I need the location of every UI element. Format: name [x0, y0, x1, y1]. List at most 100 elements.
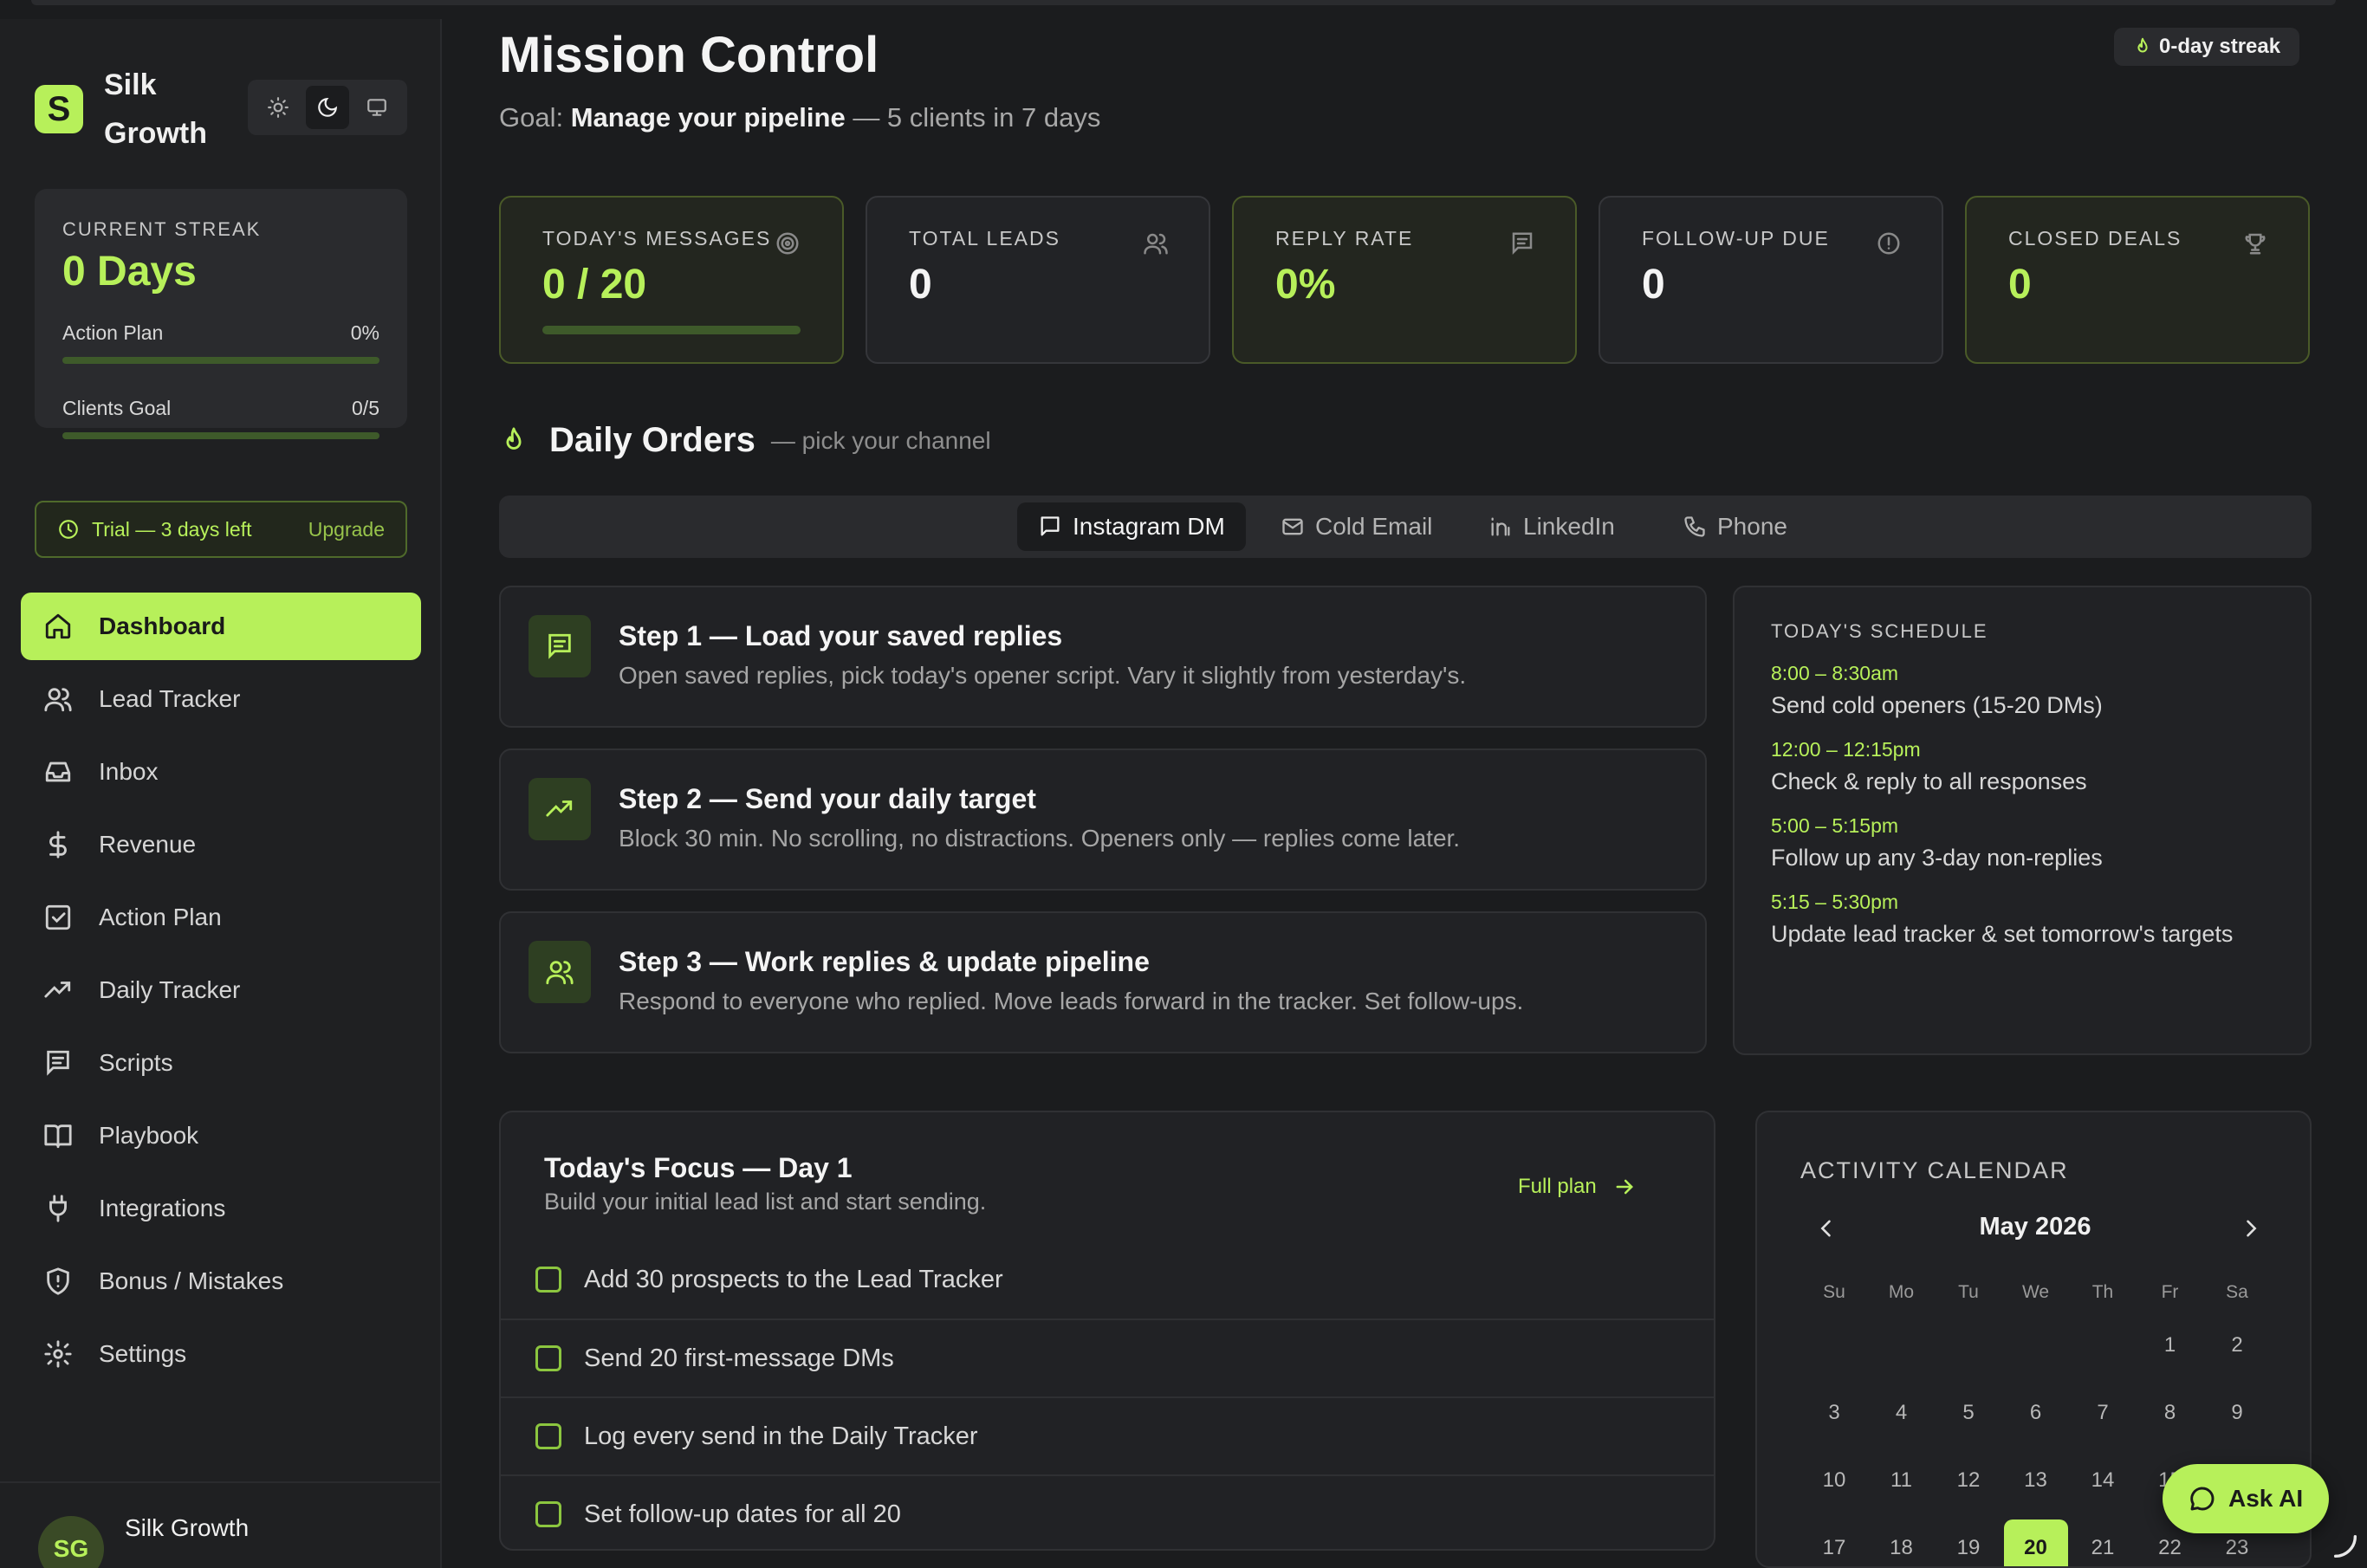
step-card-1: Step 1 — Load your saved replies Open sa…: [499, 586, 1707, 728]
book-icon: [42, 1119, 75, 1152]
tab-instagram-dm[interactable]: Instagram DM: [1017, 502, 1246, 551]
task-row[interactable]: Set follow-up dates for all 20: [501, 1474, 1714, 1549]
chevron-right-icon[interactable]: [2239, 1216, 2263, 1241]
brand-logo: S: [35, 85, 83, 133]
stat-label: REPLY RATE: [1275, 227, 1414, 249]
sidebar-item-daily-tracker[interactable]: Daily Tracker: [21, 956, 421, 1024]
mail-icon: [1281, 515, 1305, 539]
trend-icon: [42, 974, 75, 1007]
calendar-weekday: Sa: [2226, 1282, 2248, 1302]
streak-value: 0 Days: [62, 249, 197, 295]
calendar-weekday: Th: [2091, 1282, 2114, 1302]
arrow-right-icon: [1612, 1175, 1637, 1199]
upgrade-link[interactable]: Upgrade: [308, 518, 385, 541]
calendar-day[interactable]: 7: [2071, 1384, 2135, 1442]
user-profile[interactable]: SG Silk Growth: [0, 1481, 440, 1568]
task-checkbox[interactable]: [535, 1267, 561, 1293]
sidebar-item-integrations[interactable]: Integrations: [21, 1175, 421, 1242]
goal-suffix: — 5 clients in 7 days: [853, 102, 1101, 133]
monitor-icon: [366, 96, 388, 119]
task-row[interactable]: Send 20 first-message DMs: [501, 1319, 1714, 1396]
sidebar-item-revenue[interactable]: Revenue: [21, 811, 421, 878]
stat-label: FOLLOW-UP DUE: [1642, 227, 1830, 249]
stat-value: 0: [1642, 262, 1665, 308]
sidebar-item-lead-tracker[interactable]: Lead Tracker: [21, 665, 421, 733]
users-icon: [529, 941, 591, 1003]
sidebar-item-label: Playbook: [99, 1122, 199, 1149]
sidebar-item-action-plan[interactable]: Action Plan: [21, 884, 421, 951]
sidebar-item-bonus-mistakes[interactable]: Bonus / Mistakes: [21, 1247, 421, 1315]
calendar-day[interactable]: 9: [2205, 1384, 2269, 1442]
step-title: Step 3 — Work replies & update pipeline: [619, 946, 1150, 977]
sidebar-item-dashboard[interactable]: Dashboard: [21, 593, 421, 660]
stat-value: 0%: [1275, 262, 1336, 308]
action-plan-progress-bar: [62, 357, 379, 364]
calendar-day[interactable]: 5: [1936, 1384, 2001, 1442]
resize-handle-icon[interactable]: [2331, 1532, 2360, 1561]
task-label: Set follow-up dates for all 20: [584, 1500, 901, 1528]
calendar-day[interactable]: 2: [2205, 1317, 2269, 1374]
trend-icon: [529, 778, 591, 840]
tab-cold-email[interactable]: Cold Email: [1260, 502, 1453, 551]
task-checkbox[interactable]: [535, 1345, 561, 1371]
action-plan-value: 0%: [350, 321, 379, 344]
stat-card-todays-messages[interactable]: TODAY'S MESSAGES 0 / 20: [499, 196, 844, 364]
focus-title: Today's Focus — Day 1: [544, 1152, 853, 1183]
chat-bubble-icon: [1038, 515, 1062, 539]
sidebar-item-scripts[interactable]: Scripts: [21, 1029, 421, 1097]
tab-linkedin[interactable]: LinkedIn: [1468, 502, 1636, 551]
sidebar-item-playbook[interactable]: Playbook: [21, 1102, 421, 1170]
calendar-weekday: Su: [1823, 1282, 1845, 1302]
daily-orders-subtitle: — pick your channel: [770, 426, 991, 454]
task-checkbox[interactable]: [535, 1423, 561, 1449]
calendar-day[interactable]: 8: [2138, 1384, 2202, 1442]
phone-icon: [1683, 515, 1707, 539]
streak-pill: 0-day streak: [2114, 28, 2300, 66]
streak-card: CURRENT STREAK 0 Days Action Plan 0% Cli…: [35, 189, 407, 439]
stat-value: 0: [2008, 262, 2032, 308]
calendar-day[interactable]: 13: [2004, 1452, 2068, 1509]
sidebar-item-label: Dashboard: [99, 612, 226, 639]
sidebar-item-inbox[interactable]: Inbox: [21, 738, 421, 806]
tab-phone[interactable]: Phone: [1662, 502, 1808, 551]
clients-goal-progress-row: Clients Goal 0/5: [62, 397, 379, 420]
calendar-day[interactable]: 14: [2071, 1452, 2135, 1509]
step-card-2: Step 2 — Send your daily target Block 30…: [499, 748, 1707, 891]
calendar-weekday: Tu: [1958, 1282, 1979, 1302]
calendar-day[interactable]: 11: [1870, 1452, 1934, 1509]
calendar-day[interactable]: 3: [1802, 1384, 1866, 1442]
stat-card-total-leads[interactable]: TOTAL LEADS 0: [866, 196, 1210, 364]
task-row[interactable]: Log every send in the Daily Tracker: [501, 1396, 1714, 1474]
calendar-day[interactable]: 1: [2138, 1317, 2202, 1374]
theme-light-button[interactable]: [256, 86, 300, 129]
ask-ai-button[interactable]: Ask AI: [2163, 1464, 2330, 1533]
users-icon: [1143, 230, 1169, 256]
stat-card-closed-deals[interactable]: CLOSED DEALS 0: [1965, 196, 2310, 364]
sidebar-item-settings[interactable]: Settings: [21, 1320, 421, 1388]
calendar-day[interactable]: 10: [1802, 1452, 1866, 1509]
streak-pill-text: 0-day streak: [2159, 35, 2281, 58]
calendar-day[interactable]: 12: [1936, 1452, 2001, 1509]
calendar-day[interactable]: 18: [1870, 1519, 1934, 1566]
task-checkbox[interactable]: [535, 1501, 561, 1527]
trial-text: Trial — 3 days left: [92, 517, 252, 541]
calendar-day[interactable]: 21: [2071, 1519, 2135, 1566]
calendar-day[interactable]: 17: [1802, 1519, 1866, 1566]
stat-card-reply-rate[interactable]: REPLY RATE 0%: [1232, 196, 1577, 364]
messages-progress-bar: [542, 326, 801, 334]
app-root: S Silk Growth CURRENT STREAK 0 Days Acti…: [0, 0, 2367, 1568]
dollar-icon: [42, 828, 75, 861]
brand-name: Silk Growth: [104, 68, 207, 150]
full-plan-link[interactable]: Full plan: [1518, 1175, 1652, 1199]
theme-system-button[interactable]: [355, 86, 399, 129]
clients-goal-label: Clients Goal: [62, 397, 172, 419]
calendar-day-today[interactable]: 20: [2003, 1519, 2068, 1566]
calendar-day[interactable]: 4: [1870, 1384, 1934, 1442]
sun-icon: [267, 96, 289, 119]
calendar-day[interactable]: 19: [1936, 1519, 2001, 1566]
brand[interactable]: S Silk Growth: [35, 61, 225, 158]
calendar-day[interactable]: 6: [2004, 1384, 2068, 1442]
task-row[interactable]: Add 30 prospects to the Lead Tracker: [501, 1241, 1714, 1319]
theme-dark-button[interactable]: [305, 86, 349, 129]
stat-card-follow-up-due[interactable]: FOLLOW-UP DUE 0: [1599, 196, 1943, 364]
